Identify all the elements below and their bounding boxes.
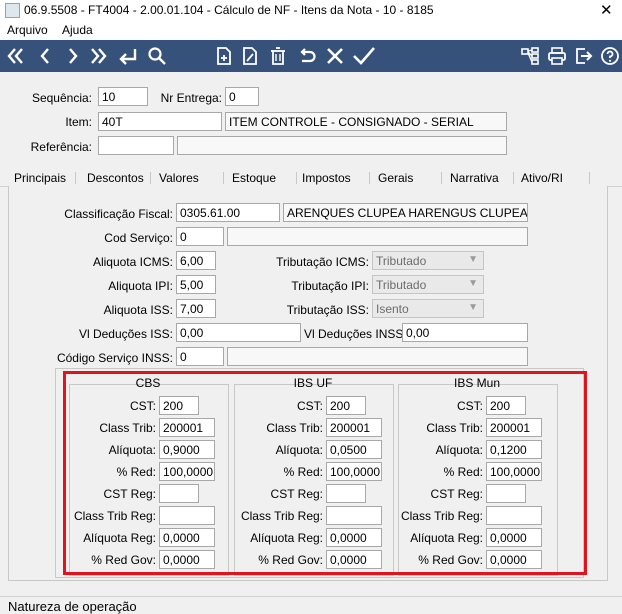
item-description-field: ITEM CONTROLE - CONSIGNADO - SERIAL [225, 112, 507, 131]
tab-separator [513, 172, 514, 184]
nr-entrega-label: Nr Entrega: [160, 91, 222, 105]
network-icon[interactable] [518, 40, 542, 72]
tributacao-icms-value: Tributado [376, 254, 427, 268]
tributacao-icms-label: Tributação ICMS: [276, 255, 369, 269]
highlight-rectangle [63, 371, 587, 575]
classificacao-fiscal-label: Classificação Fiscal: [64, 207, 173, 221]
menu-arquivo[interactable]: Arquivo [7, 23, 48, 37]
toolbar [0, 40, 622, 72]
aliquota-ipi-label: Aliquota IPI: [108, 279, 173, 293]
deducoes-iss-label: Vl Deduções ISS: [78, 327, 173, 341]
print-icon[interactable] [544, 40, 570, 72]
sequencia-field[interactable]: 10 [98, 87, 148, 106]
last-icon[interactable] [86, 40, 112, 72]
tab-ativo-ri[interactable]: Ativo/RI [521, 171, 563, 185]
exit-icon[interactable] [572, 40, 596, 72]
tab-separator [223, 172, 224, 184]
help-icon[interactable] [598, 40, 622, 72]
tributacao-iss-label: Tributação ISS: [286, 303, 369, 317]
tab-gerais[interactable]: Gerais [378, 171, 413, 185]
app-icon [5, 3, 20, 18]
new-icon[interactable] [212, 40, 236, 72]
edit-icon[interactable] [238, 40, 262, 72]
tributacao-iss-value: Isento [376, 302, 409, 316]
goto-icon[interactable] [114, 40, 142, 72]
tab-separator [296, 172, 297, 184]
tab-valores[interactable]: Valores [159, 171, 199, 185]
tributacao-ipi-select[interactable]: Tributado ▼ [372, 275, 484, 294]
codigo-servico-inss-label: Código Serviço INSS: [56, 351, 173, 365]
tab-descontos[interactable]: Descontos [87, 171, 144, 185]
aliquota-ipi-field[interactable]: 5,00 [176, 275, 216, 294]
close-window-button[interactable]: ✕ [600, 1, 613, 19]
status-bar: Natureza de operação [0, 596, 622, 614]
menu-bar: Arquivo Ajuda [0, 20, 622, 40]
aliquota-iss-label: Aliquota ISS: [103, 303, 173, 317]
confirm-icon[interactable] [350, 40, 378, 72]
tab-separator [150, 172, 151, 184]
tab-separator [369, 172, 370, 184]
menu-ajuda[interactable]: Ajuda [62, 23, 93, 37]
codigo-servico-inss-field[interactable]: 0 [176, 347, 224, 366]
item-label: Item: [65, 115, 92, 129]
tab-separator [75, 172, 76, 184]
first-icon[interactable] [2, 40, 28, 72]
classificacao-fiscal-description: ARENQUES CLUPEA HARENGUS CLUPEA PAL [283, 203, 528, 222]
delete-icon[interactable] [266, 40, 290, 72]
tab-separator [441, 172, 442, 184]
title-bar: 06.9.5508 - FT4004 - 2.00.01.104 - Cálcu… [0, 0, 622, 20]
status-text: Natureza de operação [8, 599, 137, 614]
tab-principais[interactable]: Principais [14, 171, 66, 185]
chevron-down-icon: ▼ [468, 302, 478, 313]
referencia-label: Referência: [30, 140, 92, 154]
aliquota-iss-field[interactable]: 7,00 [176, 299, 216, 318]
deducoes-inss-field[interactable]: 0,00 [402, 323, 528, 342]
tab-separator [589, 172, 590, 184]
deducoes-inss-label: Vl Deduções INSS: [304, 327, 407, 341]
aliquota-icms-field[interactable]: 6,00 [176, 251, 216, 270]
tributacao-ipi-value: Tributado [376, 278, 427, 292]
tab-narrativa[interactable]: Narrativa [450, 171, 499, 185]
cod-servico-field[interactable]: 0 [176, 227, 224, 246]
sequencia-label: Sequência: [31, 91, 92, 105]
tributacao-ipi-label: Tributação IPI: [291, 279, 369, 293]
aliquota-icms-label: Aliquota ICMS: [92, 255, 173, 269]
chevron-down-icon: ▼ [468, 278, 478, 289]
referencia-description-field [177, 136, 507, 155]
cod-servico-description [227, 227, 528, 246]
tab-estoque[interactable]: Estoque [232, 171, 276, 185]
cod-servico-label: Cod Serviço: [104, 231, 173, 245]
nr-entrega-field[interactable]: 0 [225, 87, 259, 106]
deducoes-iss-field[interactable]: 0,00 [176, 323, 301, 342]
previous-icon[interactable] [32, 40, 58, 72]
chevron-down-icon: ▼ [468, 254, 478, 265]
tab-bar: Principais Descontos Valores Estoque Imp… [0, 160, 622, 188]
undo-icon[interactable] [294, 40, 320, 72]
item-code-field[interactable]: 40T [98, 112, 222, 131]
tributacao-icms-select[interactable]: Tributado ▼ [372, 251, 484, 270]
item-header: Sequência: 10 Nr Entrega: 0 Item: 40T IT… [0, 72, 622, 160]
codigo-servico-inss-description [227, 347, 528, 366]
next-icon[interactable] [60, 40, 86, 72]
search-icon[interactable] [144, 40, 170, 72]
window-title: 06.9.5508 - FT4004 - 2.00.01.104 - Cálcu… [24, 3, 434, 17]
tributacao-iss-select[interactable]: Isento ▼ [372, 299, 484, 318]
referencia-field[interactable] [98, 136, 174, 155]
cancel-icon[interactable] [322, 40, 348, 72]
classificacao-fiscal-field[interactable]: 0305.61.00 [176, 203, 280, 222]
